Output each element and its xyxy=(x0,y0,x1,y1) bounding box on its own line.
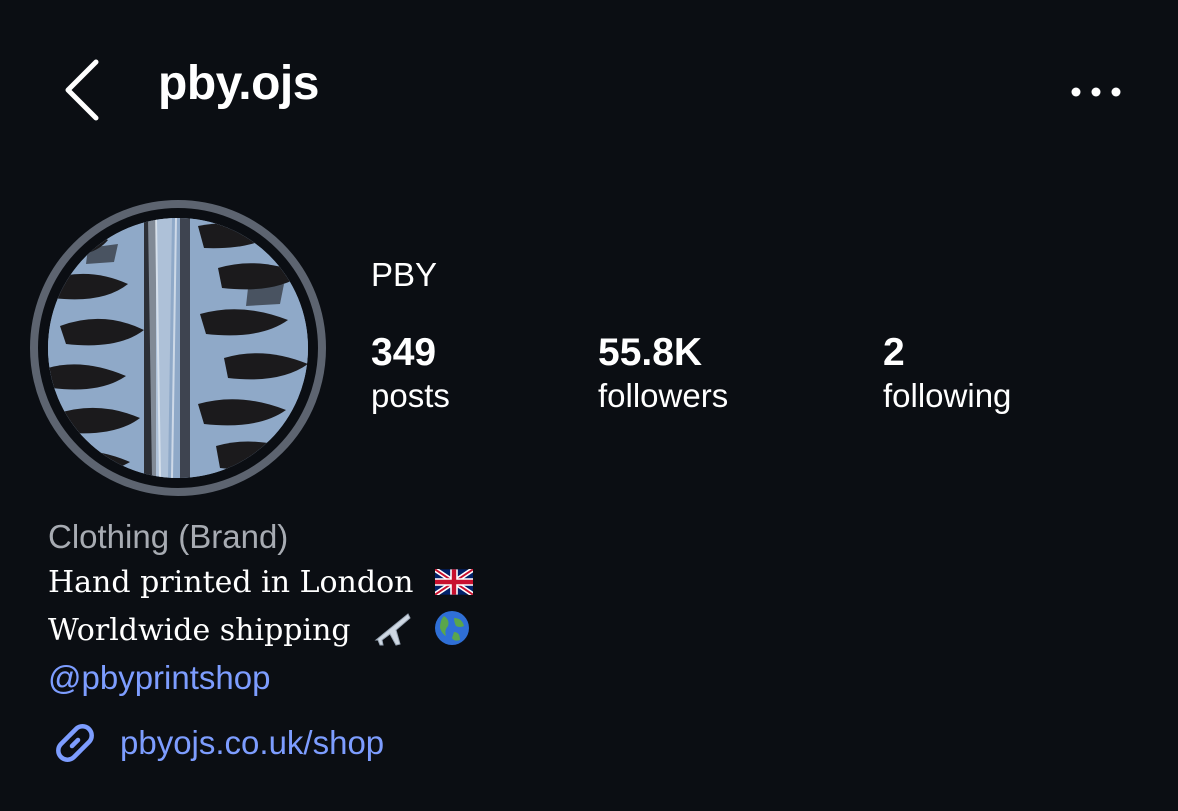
following-label: following xyxy=(883,377,1012,414)
profile-category: Clothing (Brand) xyxy=(48,518,289,555)
followers-count: 55.8K xyxy=(598,331,703,374)
profile-username: pby.ojs xyxy=(158,57,319,110)
airplane-emoji xyxy=(374,613,411,646)
following-stat[interactable]: 2 following xyxy=(883,332,1011,418)
more-horizontal-icon xyxy=(1071,87,1121,97)
bio: Clothing (Brand) Hand printed in London … xyxy=(48,515,474,705)
avatar[interactable] xyxy=(48,218,308,478)
website-link-text[interactable]: pbyojs.co.uk/shop xyxy=(120,724,384,762)
uk-flag-emoji xyxy=(435,569,474,595)
link-icon xyxy=(56,724,94,762)
posts-label: posts xyxy=(371,377,450,414)
bio-line: Hand printed in London xyxy=(48,559,474,607)
posts-count: 349 xyxy=(371,331,437,374)
globe-emoji xyxy=(434,611,469,645)
back-button[interactable] xyxy=(58,56,108,126)
following-count: 2 xyxy=(883,331,905,374)
more-options-button[interactable] xyxy=(1068,78,1124,106)
chevron-left-icon xyxy=(65,59,99,121)
avatar-image xyxy=(48,218,308,478)
bio-line-text: Worldwide shipping xyxy=(48,613,351,648)
posts-stat[interactable]: 349 posts xyxy=(371,332,450,418)
bio-line: Worldwide shipping xyxy=(48,607,473,655)
bio-line-text: Hand printed in London xyxy=(48,565,414,600)
website-link[interactable]: pbyojs.co.uk/shop xyxy=(48,716,384,770)
avatar-ring[interactable] xyxy=(30,200,326,496)
display-name: PBY xyxy=(371,256,438,293)
followers-label: followers xyxy=(598,377,729,414)
followers-stat[interactable]: 55.8K followers xyxy=(598,332,728,418)
profile-header: pby.ojs xyxy=(0,0,1178,185)
mention-link[interactable]: @pbyprintshop xyxy=(48,655,473,705)
